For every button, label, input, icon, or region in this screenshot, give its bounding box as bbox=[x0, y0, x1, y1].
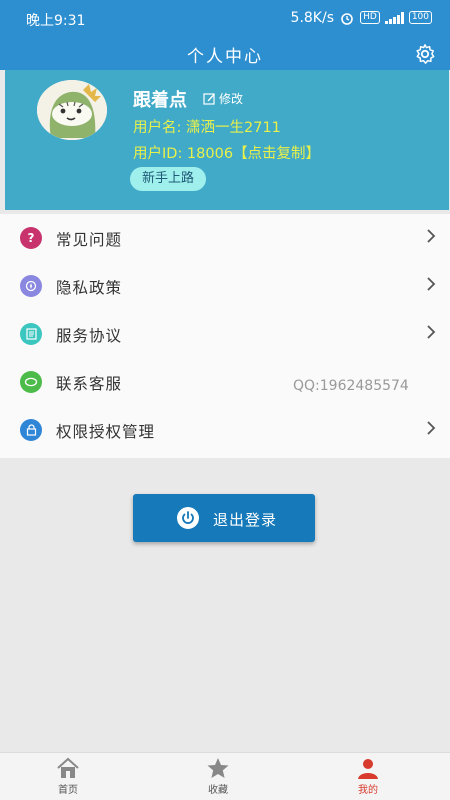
hd-icon: HD bbox=[360, 11, 380, 24]
menu-item-permission[interactable]: 权限授权管理 bbox=[0, 406, 450, 454]
signal-icon bbox=[384, 11, 404, 24]
network-speed-group: 5.8K/s bbox=[291, 10, 354, 26]
menu-label-faq: 常见问题 bbox=[56, 231, 123, 249]
edit-label: 修改 bbox=[219, 92, 244, 106]
chevron-right-icon bbox=[427, 277, 436, 291]
tab-favorites[interactable]: 收藏 bbox=[188, 757, 248, 796]
question-icon: ? bbox=[20, 227, 42, 249]
alarm-icon bbox=[341, 13, 353, 25]
document-icon bbox=[20, 323, 42, 345]
status-bar: 晚上9:31 5.8K/s HD 100 bbox=[0, 0, 450, 36]
chat-icon bbox=[20, 371, 42, 393]
user-level-badge: 新手上路 bbox=[130, 167, 207, 191]
menu-label-privacy: 隐私政策 bbox=[56, 279, 123, 297]
username-text: 用户名: 潇洒一生2711 bbox=[133, 120, 281, 136]
status-icons: HD 100 bbox=[360, 11, 432, 24]
tab-home[interactable]: 首页 bbox=[38, 757, 98, 796]
bottom-tab-bar: 首页 收藏 我的 bbox=[0, 752, 450, 800]
lock-icon bbox=[20, 419, 42, 441]
status-time: 晚上9:31 bbox=[26, 13, 86, 29]
profile-card: 跟着点 修改 用户名: 潇洒一生2711 用户ID: 18006【点击复制】 新… bbox=[5, 70, 449, 210]
battery-icon: 100 bbox=[408, 11, 432, 24]
avatar[interactable] bbox=[37, 80, 107, 140]
tab-label-favorites: 收藏 bbox=[208, 785, 228, 796]
title-bar: 个人中心 bbox=[0, 36, 450, 70]
nickname: 跟着点 bbox=[133, 90, 187, 111]
tab-mine[interactable]: 我的 bbox=[338, 757, 398, 796]
tab-label-home: 首页 bbox=[58, 785, 78, 796]
chevron-right-icon bbox=[427, 229, 436, 243]
power-icon bbox=[177, 507, 199, 529]
logout-button[interactable]: 退出登录 bbox=[133, 494, 315, 542]
chevron-right-icon bbox=[427, 325, 436, 339]
settings-menu: ? 常见问题 隐私政策 服务协议 联系客服 QQ:1962485574 权限授权… bbox=[0, 214, 450, 458]
network-speed: 5.8K/s bbox=[290, 10, 334, 26]
chevron-right-icon bbox=[427, 421, 436, 435]
edit-icon bbox=[203, 93, 215, 105]
user-icon bbox=[358, 759, 378, 779]
menu-label-permission: 权限授权管理 bbox=[56, 423, 156, 441]
contact-qq-text: QQ:1962485574 bbox=[293, 378, 409, 394]
menu-item-faq[interactable]: ? 常见问题 bbox=[0, 214, 450, 262]
menu-item-privacy[interactable]: 隐私政策 bbox=[0, 262, 450, 310]
star-icon bbox=[207, 758, 229, 778]
menu-label-contact: 联系客服 bbox=[56, 375, 123, 393]
tab-label-mine: 我的 bbox=[358, 785, 378, 796]
compass-icon bbox=[20, 275, 42, 297]
userid-copy-text[interactable]: 用户ID: 18006【点击复制】 bbox=[133, 142, 320, 163]
menu-label-service: 服务协议 bbox=[56, 327, 123, 345]
menu-item-service-agreement[interactable]: 服务协议 bbox=[0, 310, 450, 358]
logout-label: 退出登录 bbox=[213, 511, 278, 529]
edit-profile-button[interactable]: 修改 bbox=[203, 90, 243, 107]
home-icon bbox=[57, 757, 79, 778]
gear-icon[interactable] bbox=[414, 43, 436, 65]
page-title: 个人中心 bbox=[187, 47, 263, 67]
dinosaur-avatar-image bbox=[37, 80, 107, 140]
